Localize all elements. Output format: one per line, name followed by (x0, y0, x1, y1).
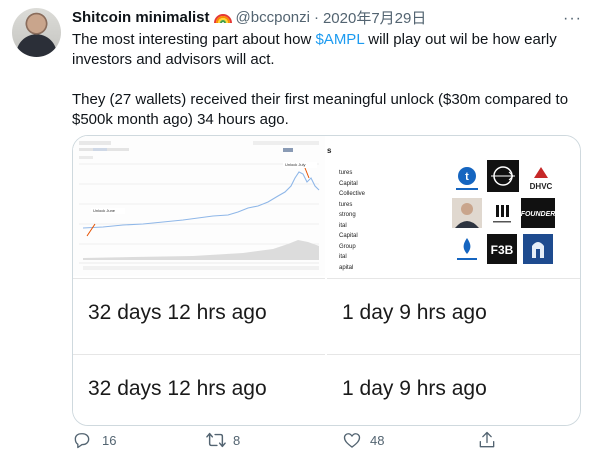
retweet-icon (206, 432, 226, 448)
helmet-logo (523, 234, 553, 264)
unlock-time-card-2[interactable]: 1 day 9 hrs ago (327, 278, 580, 352)
crosshair-logo (487, 160, 519, 192)
tweet-text: The most interesting part about how $AMP… (72, 30, 572, 130)
maven-logo (487, 198, 517, 228)
investor-name: strong (339, 212, 356, 218)
partial-heading: s (327, 146, 332, 155)
svg-text:DHVC: DHVC (530, 182, 553, 191)
investor-name: tures (339, 201, 353, 208)
media-grid[interactable]: Unlock June Unlock July s tures Capital … (72, 135, 581, 426)
tweet-header: Shitcoin minimalist @bccponzi · 2020年7月2… (72, 6, 582, 28)
chart-annotation-july: Unlock July (285, 162, 306, 167)
investor-name: ital (339, 222, 347, 229)
reply-count: 16 (102, 432, 117, 448)
media-divider-horizontal (73, 276, 580, 278)
unlock-time-card-4[interactable]: 1 day 9 hrs ago (327, 354, 580, 425)
share-button[interactable] (477, 430, 497, 450)
like-button[interactable]: 48 (342, 430, 384, 450)
tweet-paragraph-1: The most interesting part about how $AMP… (72, 30, 572, 70)
investor-name: Group (339, 243, 356, 250)
like-count: 48 (370, 432, 385, 448)
display-name[interactable]: Shitcoin minimalist (72, 9, 210, 26)
fbg-logo: F3B (487, 234, 517, 264)
unlock-time-text: 32 days 12 hrs ago (88, 377, 267, 400)
person-photo-logo (452, 198, 482, 228)
unlock-time-text: 1 day 9 hrs ago (342, 301, 487, 324)
investor-name: apital (339, 264, 354, 271)
investor-name: Collective (339, 191, 366, 197)
stone-ventures-logo: t (452, 164, 482, 194)
retweet-count: 8 (233, 432, 241, 448)
separator-dot: · (313, 8, 319, 26)
tweet-body: Shitcoin minimalist @bccponzi · 2020年7月2… (72, 6, 582, 426)
tweet-actions-bar: 16 8 48 (72, 430, 572, 454)
text-segment: The most interesting part about how (72, 31, 316, 48)
unlock-time-card-3[interactable]: 32 days 12 hrs ago (73, 354, 325, 425)
investor-name: ital (339, 254, 347, 260)
investor-name: Capital (339, 180, 358, 187)
huobi-capital-logo (452, 234, 482, 264)
price-chart-image[interactable]: Unlock June Unlock July (73, 136, 325, 276)
svg-text:t: t (465, 171, 469, 183)
reply-button[interactable]: 16 (72, 430, 116, 450)
share-icon (479, 431, 495, 448)
tweet-paragraph-2: They (27 wallets) received their first m… (72, 91, 569, 128)
svg-text:FOUNDER: FOUNDER (521, 211, 555, 218)
like-icon (343, 433, 361, 448)
tweet-date[interactable]: 2020年7月29日 (323, 7, 426, 28)
investor-names-list: tures Capital Collective tures strong it… (339, 148, 365, 273)
cashtag-link[interactable]: $AMPL (315, 31, 364, 48)
chart-annotation-june: Unlock June (93, 208, 116, 213)
retweet-button[interactable]: 8 (205, 430, 240, 450)
reply-icon (74, 433, 90, 449)
investors-image[interactable]: s tures Capital Collective tures strong … (327, 136, 580, 276)
user-handle[interactable]: @bccponzi (236, 9, 310, 26)
unlock-time-text: 32 days 12 hrs ago (88, 301, 267, 324)
svg-text:F3B: F3B (491, 243, 514, 257)
more-options-icon[interactable]: ··· (563, 10, 582, 28)
rainbow-emoji-icon (213, 10, 232, 24)
avatar[interactable] (12, 8, 61, 57)
unlock-time-card-1[interactable]: 32 days 12 hrs ago (73, 278, 325, 352)
investor-name: Capital (339, 233, 358, 239)
investor-name: tures (339, 170, 353, 176)
founder-logo: FOUNDER (521, 198, 555, 228)
media-divider-vertical (325, 136, 327, 425)
dhvc-logo: DHVC (523, 164, 559, 194)
unlock-time-text: 1 day 9 hrs ago (342, 377, 487, 400)
